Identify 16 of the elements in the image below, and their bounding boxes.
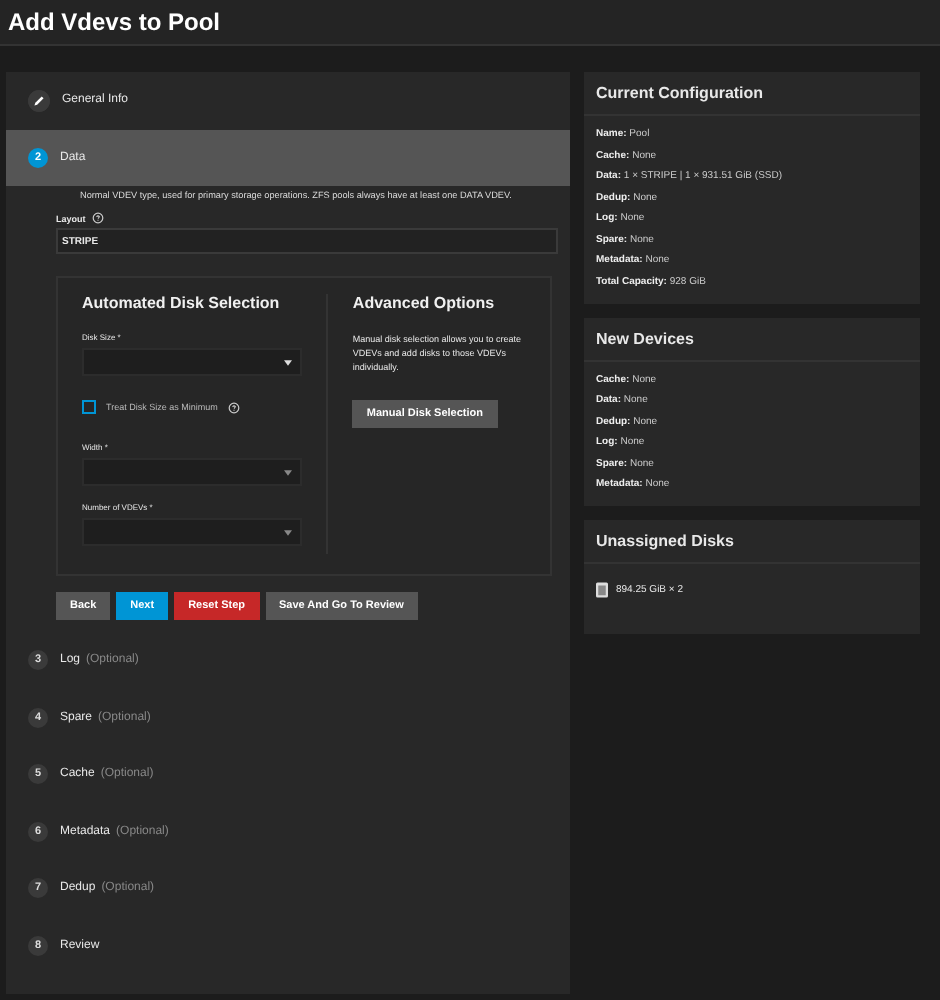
caret-icon	[284, 469, 293, 475]
section-title: Advanced Options	[352, 294, 497, 312]
checkbox[interactable]	[82, 400, 96, 414]
disk-icon	[596, 582, 608, 598]
select-field[interactable]	[82, 348, 303, 376]
caret-icon	[284, 529, 293, 535]
section-title: Automated Disk Selection	[82, 294, 282, 312]
help-icon	[227, 401, 240, 413]
select-field[interactable]	[82, 518, 303, 546]
card-title: Current Configuration	[584, 72, 920, 116]
page-title: Add Vdevs to Pool	[8, 8, 221, 36]
card-title: New Devices	[584, 317, 920, 361]
card-title: Unassigned Disks	[584, 520, 920, 564]
caret-icon	[284, 359, 293, 365]
select-field[interactable]	[82, 458, 303, 486]
help-icon	[91, 212, 104, 224]
